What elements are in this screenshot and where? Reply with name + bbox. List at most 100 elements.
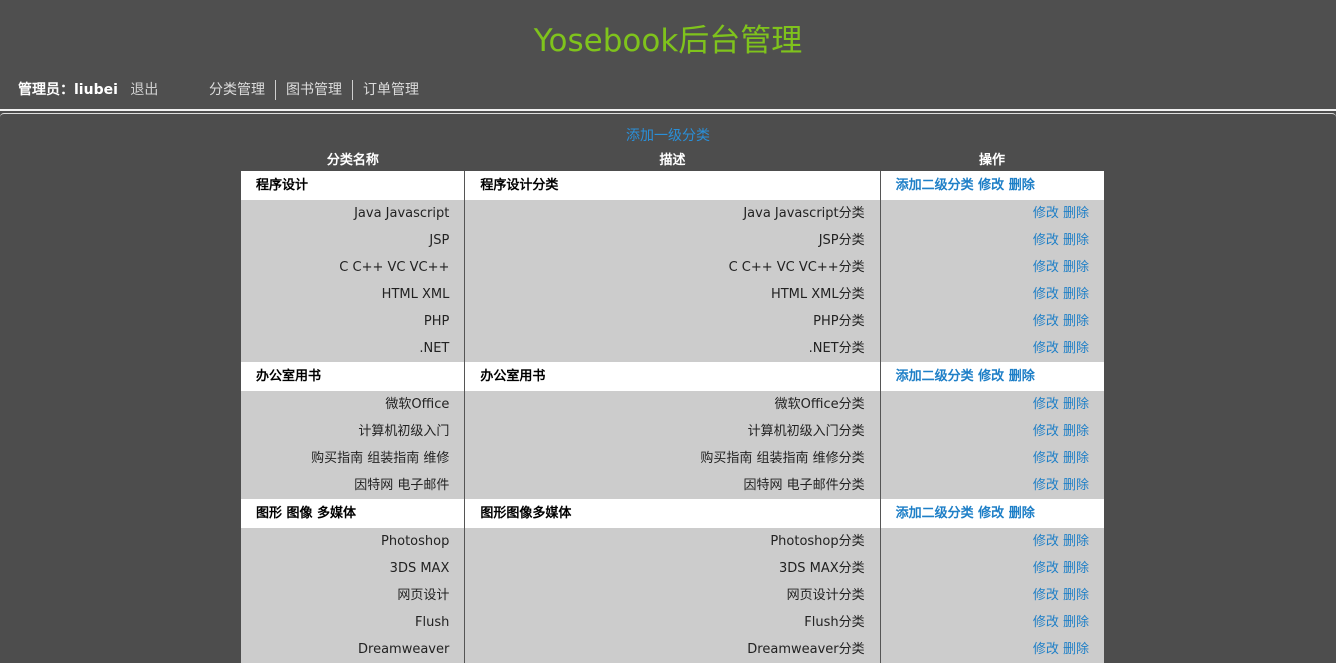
delete-link[interactable]: 删除 [1063,588,1089,603]
delete-link[interactable]: 删除 [1063,206,1089,221]
delete-link[interactable]: 删除 [1063,534,1089,549]
delete-link[interactable]: 删除 [1063,233,1089,248]
delete-link[interactable]: 删除 [1063,341,1089,356]
subcategory-description: 网页设计分类 [464,582,881,609]
subcategory-row: 微软Office 微软Office分类 修改 删除 [241,391,1104,418]
delete-link[interactable]: 删除 [1063,260,1089,275]
subcategory-actions: 修改 删除 [880,308,1104,335]
subcategory-actions: 修改 删除 [880,391,1104,418]
add-subcategory-link[interactable]: 添加二级分类 [896,506,974,521]
main-nav: 分类管理 图书管理 订单管理 [209,80,429,100]
category-description: 程序设计分类 [464,171,881,200]
page-header: Yosebook后台管理 管理员：liubei 退出 分类管理 图书管理 订单管… [0,0,1336,109]
category-table: 分类名称 描述 操作 程序设计 程序设计分类 添加二级分类 修改 删除 Java Ja… [241,150,1104,663]
category-name: 图形 图像 多媒体 [241,499,466,528]
subcategory-actions: 修改 删除 [880,472,1104,499]
edit-link[interactable]: 修改 [1033,287,1059,302]
subcategory-actions: 修改 删除 [880,200,1104,227]
admin-bar: 管理员：liubei 退出 [18,80,158,100]
subcategory-description: Java Javascript分类 [464,200,881,227]
edit-link[interactable]: 修改 [978,178,1004,193]
nav-book-management[interactable]: 图书管理 [275,80,352,100]
category-row: 办公室用书 办公室用书 添加二级分类 修改 删除 [241,362,1104,391]
subcategory-actions: 修改 删除 [880,254,1104,281]
delete-link[interactable]: 删除 [1063,287,1089,302]
category-row: 程序设计 程序设计分类 添加二级分类 修改 删除 [241,171,1104,200]
subcategory-name: Photoshop [241,528,466,555]
edit-link[interactable]: 修改 [1033,341,1059,356]
subcategory-actions: 修改 删除 [880,281,1104,308]
nav-category-management[interactable]: 分类管理 [209,80,275,100]
subcategory-description: 计算机初级入门分类 [464,418,881,445]
subcategory-row: HTML XML HTML XML分类 修改 删除 [241,281,1104,308]
subcategory-row: Java Javascript Java Javascript分类 修改 删除 [241,200,1104,227]
edit-link[interactable]: 修改 [978,369,1004,384]
subcategory-row: Flush Flush分类 修改 删除 [241,609,1104,636]
subcategory-description: HTML XML分类 [464,281,881,308]
edit-link[interactable]: 修改 [1033,615,1059,630]
subcategory-name: Java Javascript [241,200,466,227]
delete-link[interactable]: 删除 [1009,178,1035,193]
subcategory-name: 购买指南 组装指南 维修 [241,445,466,472]
edit-link[interactable]: 修改 [1033,233,1059,248]
edit-link[interactable]: 修改 [1033,451,1059,466]
admin-label: 管理员： [18,82,74,98]
delete-link[interactable]: 删除 [1063,314,1089,329]
edit-link[interactable]: 修改 [1033,260,1059,275]
delete-link[interactable]: 删除 [1063,561,1089,576]
delete-link[interactable]: 删除 [1063,615,1089,630]
category-name: 程序设计 [241,171,466,200]
edit-link[interactable]: 修改 [1033,588,1059,603]
nav-order-management[interactable]: 订单管理 [352,80,429,100]
delete-link[interactable]: 删除 [1063,424,1089,439]
edit-link[interactable]: 修改 [1033,534,1059,549]
delete-link[interactable]: 删除 [1009,506,1035,521]
header-divider [0,109,1336,111]
add-subcategory-link[interactable]: 添加二级分类 [896,369,974,384]
subcategory-row: C C++ VC VC++ C C++ VC VC++分类 修改 删除 [241,254,1104,281]
category-description: 图形图像多媒体 [464,499,881,528]
edit-link[interactable]: 修改 [978,506,1004,521]
subcategory-name: 计算机初级入门 [241,418,466,445]
subcategory-description: 购买指南 组装指南 维修分类 [464,445,881,472]
delete-link[interactable]: 删除 [1063,451,1089,466]
delete-link[interactable]: 删除 [1063,478,1089,493]
subcategory-row: PHP PHP分类 修改 删除 [241,308,1104,335]
edit-link[interactable]: 修改 [1033,397,1059,412]
subcategory-name: Flush [241,609,466,636]
subcategory-description: JSP分类 [464,227,881,254]
subcategory-actions: 修改 删除 [880,528,1104,555]
subcategory-row: 计算机初级入门 计算机初级入门分类 修改 删除 [241,418,1104,445]
subcategory-row: JSP JSP分类 修改 删除 [241,227,1104,254]
subcategory-row: 3DS MAX 3DS MAX分类 修改 删除 [241,555,1104,582]
edit-link[interactable]: 修改 [1033,314,1059,329]
subcategory-description: PHP分类 [464,308,881,335]
subcategory-actions: 修改 删除 [880,445,1104,472]
edit-link[interactable]: 修改 [1033,478,1059,493]
subcategory-description: C C++ VC VC++分类 [464,254,881,281]
subcategory-row: Dreamweaver Dreamweaver分类 修改 删除 [241,636,1104,663]
edit-link[interactable]: 修改 [1033,561,1059,576]
subcategory-name: 微软Office [241,391,466,418]
delete-link[interactable]: 删除 [1063,642,1089,657]
edit-link[interactable]: 修改 [1033,206,1059,221]
subcategory-actions: 修改 删除 [880,335,1104,362]
delete-link[interactable]: 删除 [1063,397,1089,412]
subcategory-row: Photoshop Photoshop分类 修改 删除 [241,528,1104,555]
main-content: 添加一级分类 分类名称 描述 操作 程序设计 程序设计分类 添加二级分类 修改 删除… [0,113,1336,663]
category-table-body: 程序设计 程序设计分类 添加二级分类 修改 删除 Java Javascript Jav… [241,171,1104,663]
logout-link[interactable]: 退出 [130,82,158,98]
category-actions: 添加二级分类 修改 删除 [880,362,1104,391]
edit-link[interactable]: 修改 [1033,642,1059,657]
subcategory-actions: 修改 删除 [880,555,1104,582]
subcategory-name: 因特网 电子邮件 [241,472,466,499]
column-header-description: 描述 [464,150,881,171]
subcategory-description: 因特网 电子邮件分类 [464,472,881,499]
add-subcategory-link[interactable]: 添加二级分类 [896,178,974,193]
delete-link[interactable]: 删除 [1009,369,1035,384]
subcategory-actions: 修改 删除 [880,636,1104,663]
edit-link[interactable]: 修改 [1033,424,1059,439]
subcategory-name: C C++ VC VC++ [241,254,466,281]
subcategory-name: 网页设计 [241,582,466,609]
add-top-category-link[interactable]: 添加一级分类 [0,126,1336,146]
